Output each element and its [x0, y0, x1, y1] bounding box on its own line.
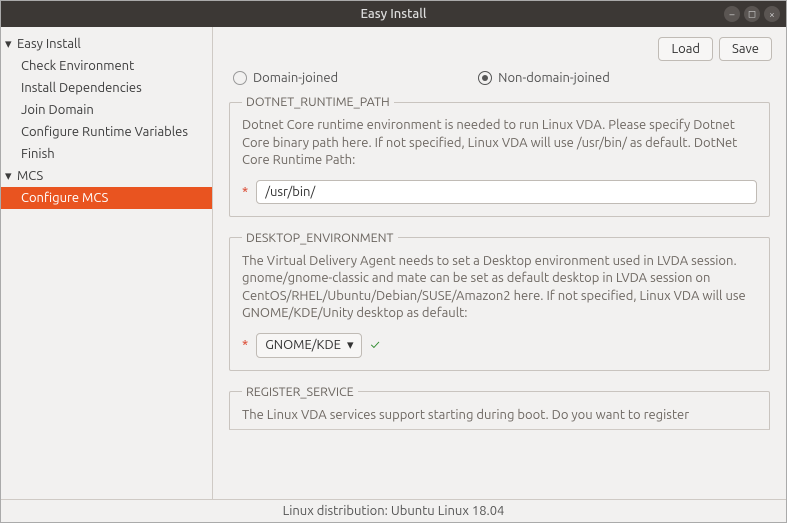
group-legend: DESKTOP_ENVIRONMENT: [242, 231, 398, 245]
dotnet-path-input[interactable]: [256, 180, 757, 204]
sidebar-section-label: MCS: [17, 167, 43, 185]
save-button[interactable]: Save: [719, 37, 772, 61]
minimize-icon[interactable]: –: [724, 6, 740, 22]
chevron-down-icon: ▾: [5, 35, 15, 53]
close-icon[interactable]: ×: [764, 6, 780, 22]
titlebar: Easy Install – ◻ ×: [1, 1, 786, 27]
maximize-icon[interactable]: ◻: [744, 6, 760, 22]
radio-non-domain-joined[interactable]: Non-domain-joined: [478, 71, 610, 85]
sidebar-item-configure-mcs[interactable]: Configure MCS: [1, 187, 212, 209]
group-legend: REGISTER_SERVICE: [242, 385, 358, 399]
window-controls: – ◻ ×: [724, 6, 780, 22]
radio-icon: [478, 71, 492, 85]
group-legend: DOTNET_RUNTIME_PATH: [242, 95, 394, 109]
sidebar-section-mcs[interactable]: ▾ MCS: [1, 165, 212, 187]
load-button[interactable]: Load: [658, 37, 713, 61]
required-asterisk: *: [242, 338, 248, 352]
sidebar-item-configure-runtime-variables[interactable]: Configure Runtime Variables: [1, 121, 212, 143]
window-title: Easy Install: [9, 7, 778, 21]
chevron-down-icon: ▾: [5, 167, 15, 185]
group-description: The Linux VDA services support starting …: [242, 407, 757, 425]
sidebar-item-finish[interactable]: Finish: [1, 143, 212, 165]
sidebar-item-install-dependencies[interactable]: Install Dependencies: [1, 77, 212, 99]
desktop-environment-select[interactable]: GNOME/KDE ▾: [256, 333, 362, 358]
log-pane: [229, 429, 770, 499]
radio-label: Non-domain-joined: [498, 71, 610, 85]
check-icon: ✓: [370, 338, 379, 352]
domain-mode-row: Domain-joined Non-domain-joined: [213, 67, 786, 95]
status-bar: Linux distribution: Ubuntu Linux 18.04: [1, 499, 786, 522]
radio-label: Domain-joined: [253, 71, 338, 85]
group-desktop-environment: DESKTOP_ENVIRONMENT The Virtual Delivery…: [229, 231, 770, 371]
sidebar-section-label: Easy Install: [17, 35, 81, 53]
radio-domain-joined[interactable]: Domain-joined: [233, 71, 338, 85]
sidebar-section-easy-install[interactable]: ▾ Easy Install: [1, 33, 212, 55]
select-value: GNOME/KDE: [265, 338, 341, 352]
group-description: Dotnet Core runtime environment is neede…: [242, 117, 757, 170]
toolbar: Load Save: [213, 27, 786, 67]
status-text: Linux distribution: Ubuntu Linux 18.04: [283, 504, 505, 518]
group-dotnet-runtime-path: DOTNET_RUNTIME_PATH Dotnet Core runtime …: [229, 95, 770, 217]
group-register-service: REGISTER_SERVICE The Linux VDA services …: [229, 385, 770, 429]
radio-icon: [233, 71, 247, 85]
group-description: The Virtual Delivery Agent needs to set …: [242, 253, 757, 323]
sidebar: ▾ Easy Install Check Environment Install…: [1, 27, 213, 499]
required-asterisk: *: [242, 185, 248, 199]
sidebar-item-check-environment[interactable]: Check Environment: [1, 55, 212, 77]
chevron-down-icon: ▾: [347, 338, 354, 353]
config-scroll-area[interactable]: DOTNET_RUNTIME_PATH Dotnet Core runtime …: [213, 95, 786, 429]
sidebar-item-join-domain[interactable]: Join Domain: [1, 99, 212, 121]
